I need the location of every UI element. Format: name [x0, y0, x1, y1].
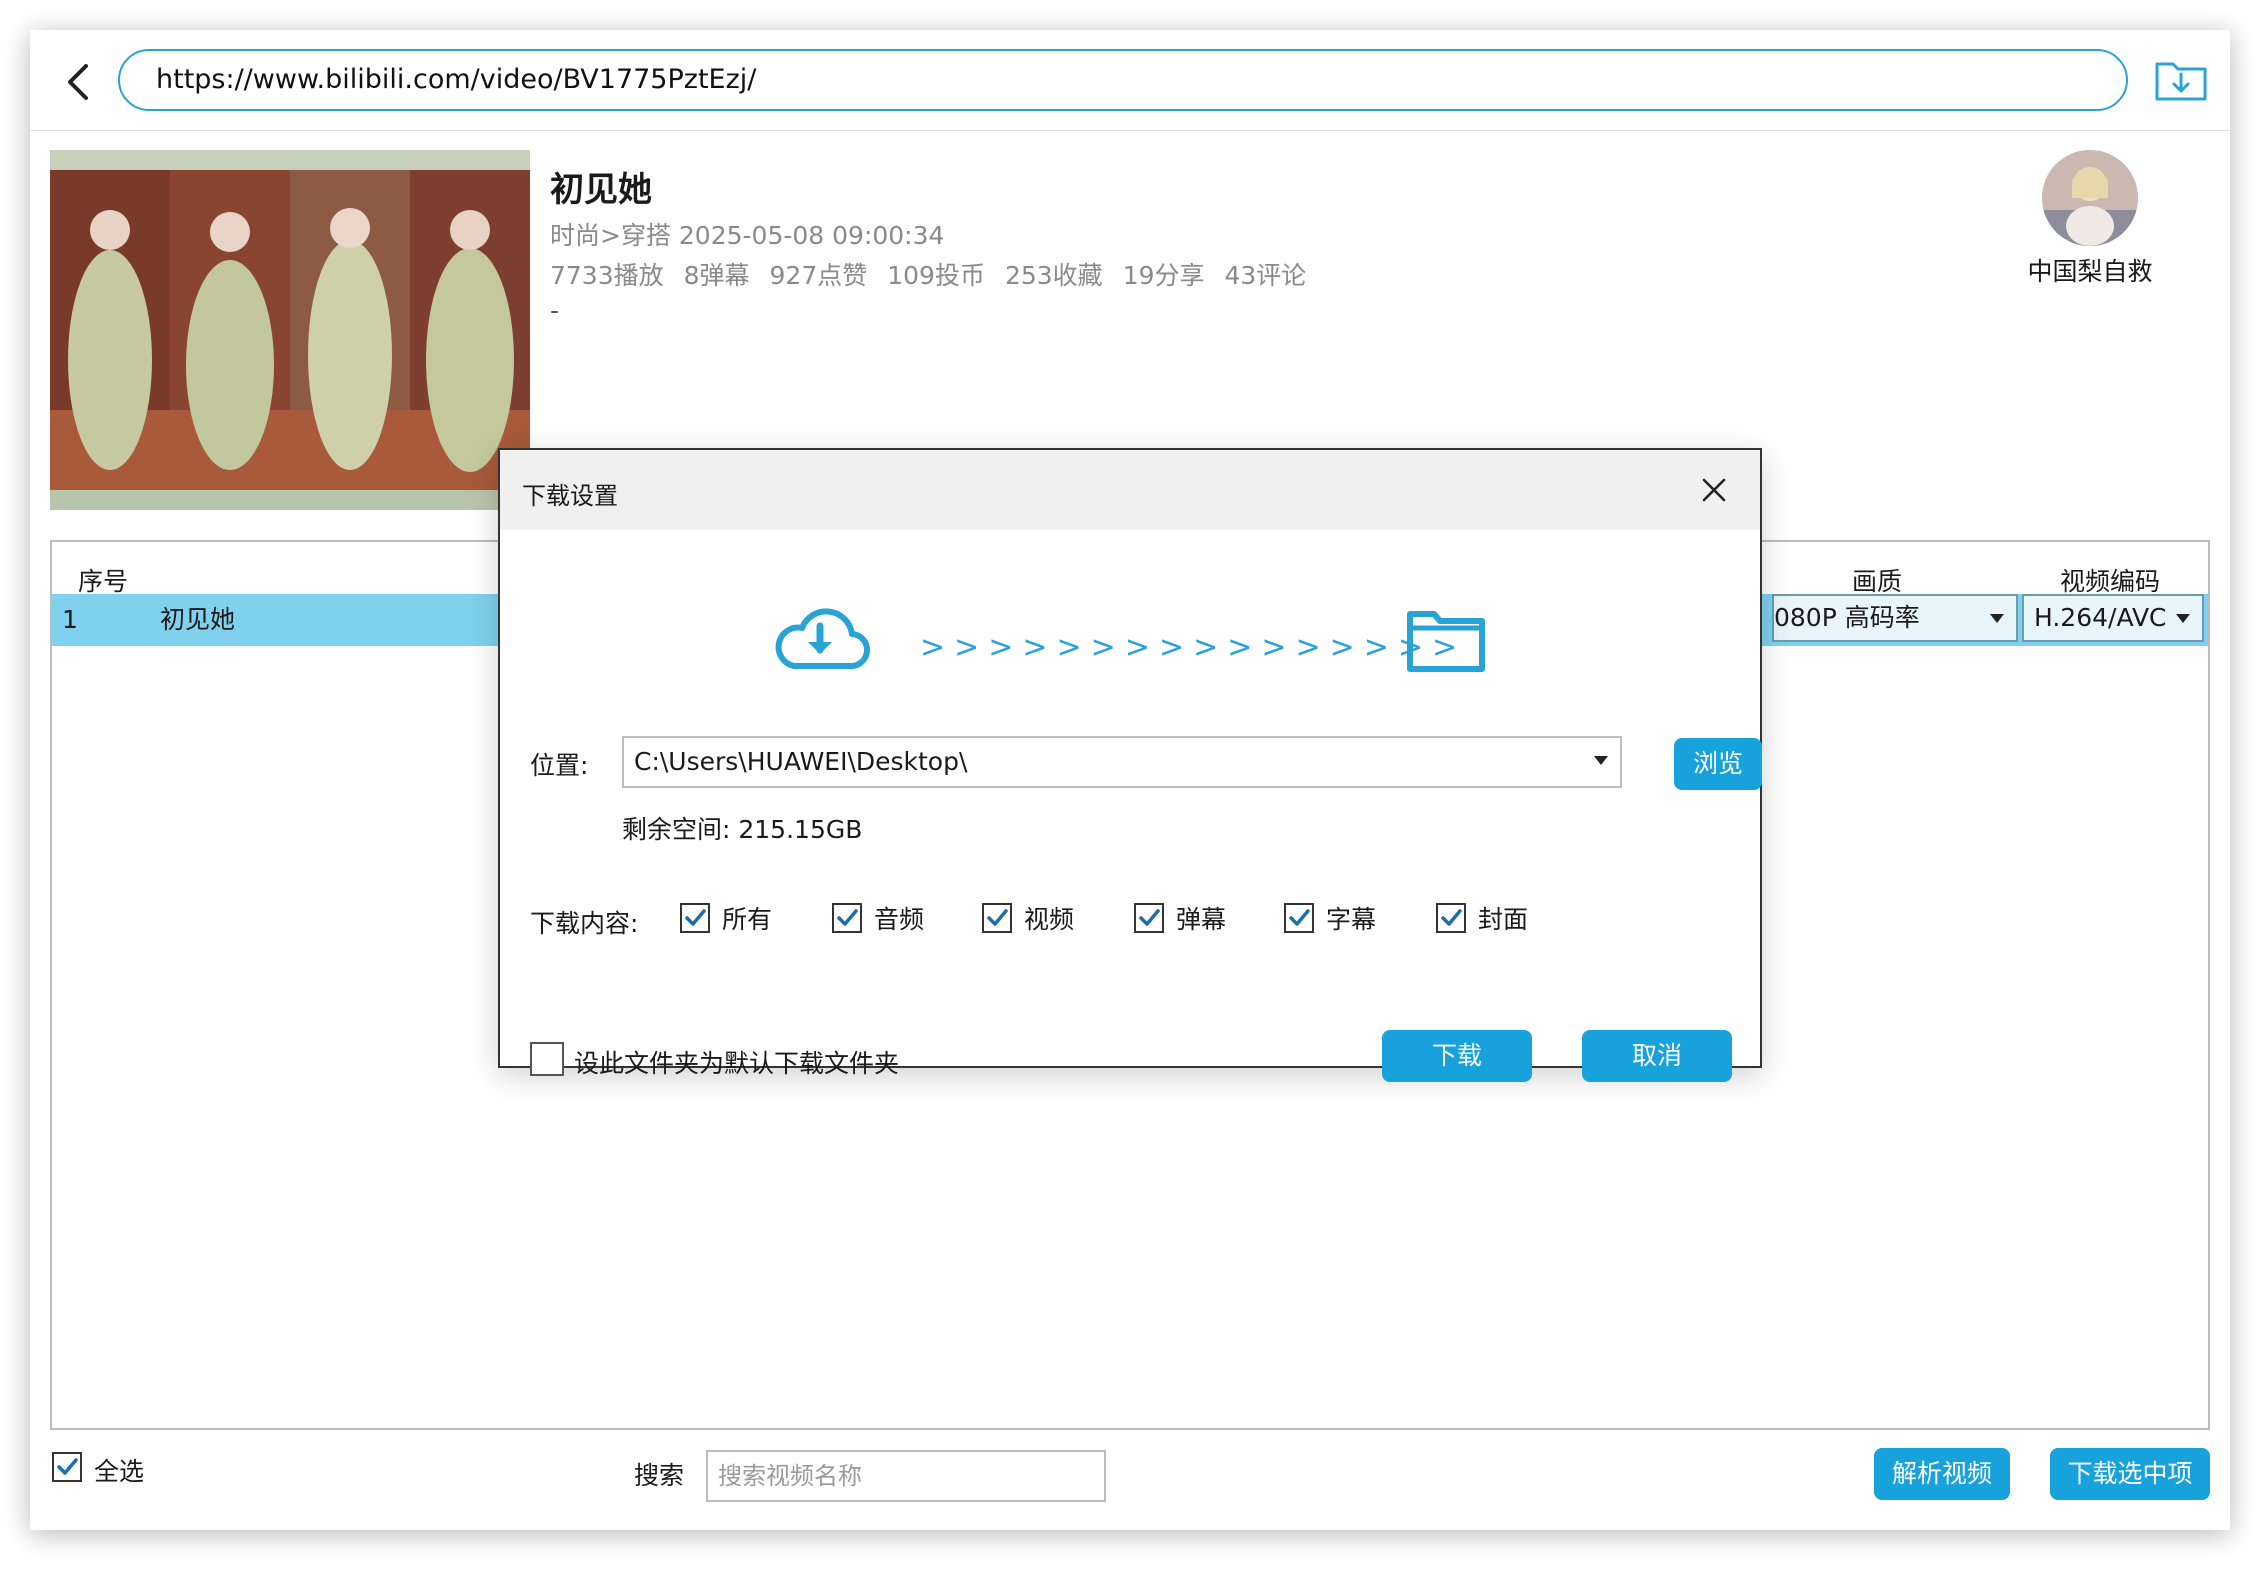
- checkbox[interactable]: [680, 903, 710, 933]
- download-content-label: 下载内容:: [530, 909, 639, 938]
- header-quality: 画质: [1852, 567, 1903, 596]
- video-description: -: [550, 296, 560, 325]
- location-select[interactable]: C:\Users\HUAWEI\Desktop\: [622, 736, 1622, 788]
- free-space-text: 剩余空间: 215.15GB: [622, 815, 863, 844]
- download-folder-icon[interactable]: [2152, 52, 2210, 106]
- top-bar: https://www.bilibili.com/video/BV1775Pzt…: [30, 30, 2230, 131]
- stat-favorites: 253收藏: [1004, 261, 1103, 290]
- quality-select[interactable]: 080P 高码率: [1772, 594, 2018, 642]
- back-icon[interactable]: [50, 52, 110, 112]
- stat-views: 7733播放: [550, 261, 664, 290]
- codec-select[interactable]: H.264/AVC: [2022, 594, 2204, 642]
- video-thumbnail: [50, 150, 530, 510]
- progress-arrows: >>>>>>>>>>>>>>>>: [920, 630, 1467, 665]
- option-subtitles[interactable]: 字幕: [1284, 900, 1376, 936]
- video-stats: 7733播放 8弹幕 927点赞 109投币 253收藏 19分享 43评论: [550, 256, 1326, 292]
- chevron-down-icon: [1990, 614, 2004, 623]
- app-window: https://www.bilibili.com/video/BV1775Pzt…: [30, 30, 2230, 1530]
- folder-icon: [1404, 606, 1488, 676]
- cancel-button[interactable]: 取消: [1582, 1030, 1732, 1082]
- location-value: C:\Users\HUAWEI\Desktop\: [634, 747, 968, 776]
- video-title: 初见她: [550, 170, 652, 210]
- location-label: 位置:: [530, 751, 589, 780]
- checkbox[interactable]: [1436, 903, 1466, 933]
- quality-value: 080P 高码率: [1774, 603, 1920, 632]
- cloud-download-icon: [770, 600, 870, 676]
- chevron-down-icon: [1594, 756, 1608, 765]
- video-category-date: 时尚>穿搭 2025-05-08 09:00:34: [550, 221, 945, 250]
- default-folder-checkbox[interactable]: [530, 1042, 564, 1076]
- stat-danmaku: 8弹幕: [683, 261, 750, 290]
- header-index: 序号: [78, 567, 129, 596]
- option-label: 字幕: [1326, 905, 1377, 934]
- checkbox[interactable]: [1134, 903, 1164, 933]
- option-label: 音频: [874, 905, 925, 934]
- chevron-down-icon: [2176, 614, 2190, 623]
- select-all-checkbox[interactable]: [52, 1452, 82, 1482]
- row-index: 1: [62, 605, 78, 634]
- stat-comments: 43评论: [1224, 261, 1307, 290]
- stat-shares: 19分享: [1122, 261, 1205, 290]
- download-settings-dialog: 下载设置 >>>>>>>>>>>>>>>> 位置: C:\Users\HUAWE…: [498, 448, 1762, 1082]
- option-label: 所有: [722, 905, 773, 934]
- default-folder-label: 设此文件夹为默认下载文件夹: [574, 1049, 900, 1078]
- option-label: 弹幕: [1176, 905, 1227, 934]
- parse-video-button[interactable]: 解析视频: [1874, 1448, 2010, 1500]
- checkbox[interactable]: [1284, 903, 1314, 933]
- download-button[interactable]: 下载: [1382, 1030, 1532, 1082]
- option-label: 封面: [1478, 905, 1529, 934]
- option-video[interactable]: 视频: [982, 900, 1074, 936]
- codec-value: H.264/AVC: [2034, 603, 2167, 632]
- close-icon[interactable]: [1696, 472, 1732, 508]
- header-codec: 视频编码: [2060, 567, 2161, 596]
- option-audio[interactable]: 音频: [832, 900, 924, 936]
- stat-coins: 109投币: [887, 261, 985, 290]
- option-label: 视频: [1024, 905, 1075, 934]
- search-label: 搜索: [634, 1461, 685, 1490]
- browse-button[interactable]: 浏览: [1674, 738, 1762, 790]
- checkbox[interactable]: [982, 903, 1012, 933]
- option-cover[interactable]: 封面: [1436, 900, 1528, 936]
- select-all-label: 全选: [94, 1457, 145, 1486]
- option-all[interactable]: 所有: [680, 900, 772, 936]
- avatar[interactable]: [2042, 150, 2138, 246]
- dialog-header: 下载设置: [500, 450, 1760, 530]
- download-selected-button[interactable]: 下载选中项: [2050, 1448, 2210, 1500]
- dialog-title: 下载设置: [522, 482, 618, 510]
- search-input[interactable]: 搜索视频名称: [706, 1450, 1106, 1502]
- checkbox[interactable]: [832, 903, 862, 933]
- row-name: 初见她: [160, 605, 236, 634]
- option-danmaku[interactable]: 弹幕: [1134, 900, 1226, 936]
- uploader-name[interactable]: 中国梨自救: [1990, 252, 2190, 288]
- stat-likes: 927点赞: [769, 261, 868, 290]
- url-input[interactable]: https://www.bilibili.com/video/BV1775Pzt…: [118, 49, 2128, 111]
